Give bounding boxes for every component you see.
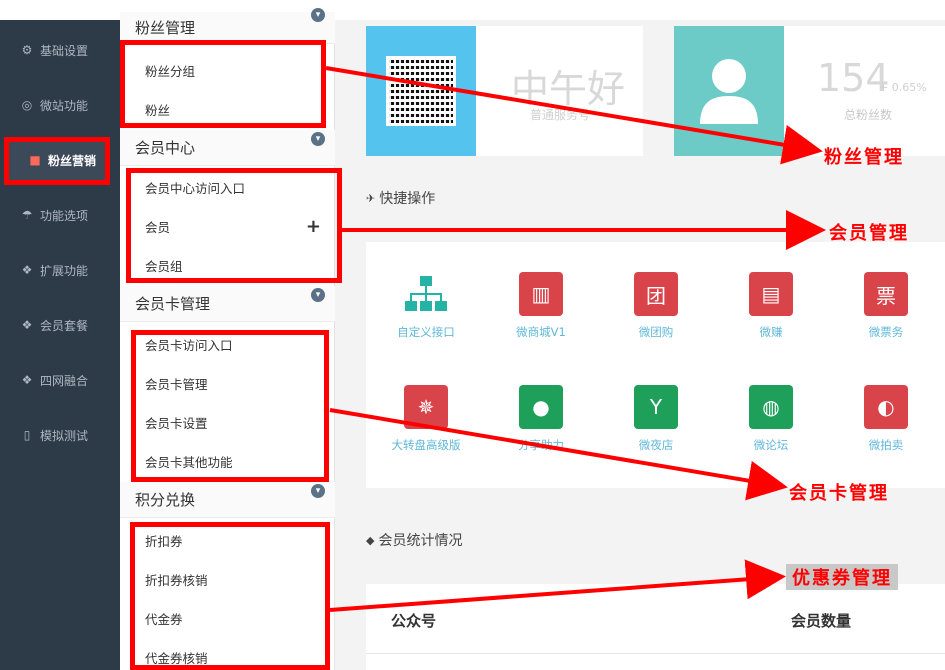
android-icon: ◆ (366, 533, 375, 547)
building-icon: ▥ (519, 272, 563, 316)
cubes-icon: ❖ (21, 318, 33, 332)
nav-item-label: 会员套餐 (40, 318, 89, 333)
quick-op-nightclub[interactable]: Y 微夜店 (601, 385, 711, 465)
quick-op-group-buy[interactable]: 团 微团购 (601, 272, 711, 352)
group-title-member-center[interactable]: 会员中心 ▾ (120, 130, 335, 166)
chevron-down-icon[interactable]: ▾ (311, 484, 325, 498)
sitemap-icon (404, 272, 448, 316)
quick-op-label: 微赚 (759, 325, 783, 339)
quick-op-forum[interactable]: ◍ 微论坛 (716, 385, 826, 465)
annotation-box-member (126, 168, 342, 283)
plane-icon: ✈ (366, 191, 376, 205)
quick-op-label: 自定义接口 (397, 325, 455, 339)
gear-icon: ⚙ (21, 43, 33, 57)
member-stats-label: 会员统计情况 (378, 533, 463, 549)
nav-item-extensions[interactable]: ❖ 扩展功能 (0, 250, 120, 290)
left-nav: ⚙ 基础设置 ◎ 微站功能 ■ 粉丝营销 ☂ 功能选项 ❖ 扩展功能 ❖ 会员套… (0, 20, 120, 670)
fan-change: + 0.65% (879, 81, 927, 94)
quick-ops-title: ✈ 快捷操作 (366, 188, 435, 208)
column-header-account: 公众号 (391, 612, 437, 630)
group-title-label: 粉丝管理 (135, 19, 196, 37)
globe-chat-icon: ◍ (749, 385, 793, 429)
annotation-box-fans (120, 40, 326, 128)
nav-item-label: 功能选项 (40, 208, 89, 223)
account-type: 普通服务号 (530, 108, 591, 122)
quick-op-wheel[interactable]: ✵ 大转盘高级版 (371, 385, 481, 465)
quick-op-label: 微商城V1 (516, 325, 566, 339)
nav-item-label: 微站功能 (40, 98, 89, 113)
mouse-icon: ◐ (864, 385, 908, 429)
annotation-box-coupon (130, 522, 330, 670)
qr-code-icon (386, 56, 456, 126)
quick-op-auction[interactable]: ◐ 微拍卖 (831, 385, 941, 465)
nav-item-basic-settings[interactable]: ⚙ 基础设置 (0, 30, 120, 70)
quick-op-earn[interactable]: ▤ 微赚 (716, 272, 826, 352)
cocktail-icon: Y (634, 385, 678, 429)
ticket-icon: 票 (864, 272, 908, 316)
annotation-box-nav (4, 137, 110, 185)
nav-item-label: 模拟测试 (40, 428, 89, 443)
member-stats-title: ◆ 会员统计情况 (366, 530, 462, 550)
nav-item-label: 基础设置 (40, 43, 89, 58)
annotation-label-coupon: 优惠券管理 (786, 564, 898, 590)
quick-op-mall[interactable]: ▥ 微商城V1 (486, 272, 596, 352)
quick-op-label: 大转盘高级版 (391, 438, 461, 452)
group-title-label: 会员卡管理 (135, 295, 211, 313)
user-tile (674, 26, 784, 156)
lifebuoy-icon: ◎ (21, 98, 33, 112)
quick-op-label: 微论坛 (753, 438, 789, 452)
quick-op-label: 微团购 (638, 325, 674, 339)
column-header-member-count: 会员数量 (791, 612, 852, 630)
quick-op-label: 微夜店 (638, 438, 674, 452)
quick-op-share[interactable]: ● 分享助力 (486, 385, 596, 465)
chat-icon: ● (519, 385, 563, 429)
quick-op-ticket[interactable]: 票 微票务 (831, 272, 941, 352)
annotation-label-fans: 粉丝管理 (824, 147, 904, 168)
account-card: 中午好 普通服务号 (366, 26, 643, 156)
clipboard-icon: ▤ (749, 272, 793, 316)
annotation-label-card: 会员卡管理 (789, 483, 889, 504)
nav-item-microsite[interactable]: ◎ 微站功能 (0, 85, 120, 125)
chevron-down-icon[interactable]: ▾ (311, 288, 325, 302)
group-title-member-card[interactable]: 会员卡管理 ▾ (120, 286, 335, 322)
nav-item-label: 扩展功能 (40, 263, 89, 278)
quick-op-custom-api[interactable]: 自定义接口 (371, 272, 481, 352)
greeting-text: 中午好 (511, 67, 626, 111)
quick-op-label: 微拍卖 (868, 438, 904, 452)
wheel-icon: ✵ (404, 385, 448, 429)
cubes-icon: ❖ (21, 373, 33, 387)
nav-item-label: 四网融合 (40, 373, 89, 388)
cubes-icon: ❖ (21, 263, 33, 277)
nav-item-four-network[interactable]: ❖ 四网融合 (0, 360, 120, 400)
annotation-label-member: 会员管理 (829, 223, 909, 244)
annotation-box-card (131, 330, 329, 482)
nav-item-options[interactable]: ☂ 功能选项 (0, 195, 120, 235)
quick-op-label: 微票务 (868, 325, 904, 339)
umbrella-icon: ☂ (21, 208, 33, 222)
user-icon (700, 59, 758, 124)
nav-item-simulation[interactable]: ▯ 模拟测试 (0, 415, 120, 455)
member-stats-table: 公众号 会员数量 (366, 584, 945, 670)
quick-ops-label: 快捷操作 (379, 191, 436, 207)
nav-item-member-package[interactable]: ❖ 会员套餐 (0, 305, 120, 345)
tuan-icon: 团 (634, 272, 678, 316)
quick-op-label: 分享助力 (518, 438, 564, 452)
chevron-down-icon[interactable]: ▾ (311, 8, 325, 22)
group-title-label: 积分兑换 (135, 491, 196, 509)
quick-ops-panel: 自定义接口 ▥ 微商城V1 团 微团购 ▤ 微赚 票 微票务 ✵ 大转盘高级版 … (366, 242, 945, 488)
qr-tile (366, 26, 476, 156)
table-header: 公众号 会员数量 (366, 584, 945, 654)
fan-label: 总粉丝数 (844, 108, 893, 122)
group-title-label: 会员中心 (135, 139, 196, 157)
group-title-points[interactable]: 积分兑换 ▾ (120, 482, 335, 518)
chevron-down-icon[interactable]: ▾ (311, 132, 325, 146)
mobile-icon: ▯ (23, 428, 31, 442)
fans-card: 154 + 0.65% 总粉丝数 (674, 26, 945, 156)
